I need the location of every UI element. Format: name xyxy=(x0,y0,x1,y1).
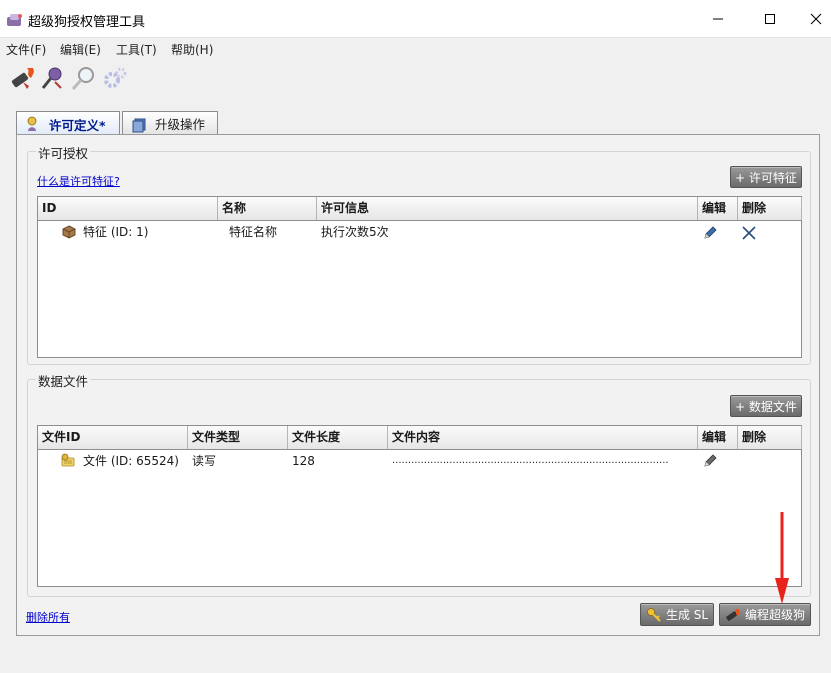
feature-table-header: ID 名称 许可信息 编辑 删除 xyxy=(38,197,802,221)
upgrade-tab-icon xyxy=(132,118,146,132)
feature-table: ID 名称 许可信息 编辑 删除 特征 (ID: 1) 特征名称 执行次数5次 xyxy=(37,196,802,358)
license-definition-panel: 许可授权 什么是许可特征? + 许可特征 ID 名称 许可信息 编辑 删除 特征… xyxy=(16,134,820,636)
delete-x-icon[interactable] xyxy=(741,225,757,241)
col-license-info[interactable]: 许可信息 xyxy=(317,197,698,220)
delete-all-link[interactable]: 删除所有 xyxy=(26,609,70,625)
gears-icon xyxy=(104,67,127,88)
menu-file[interactable]: 文件(F) xyxy=(6,41,46,58)
maximize-button[interactable] xyxy=(747,0,793,38)
burn-dog-tool[interactable] xyxy=(9,64,37,92)
generate-sl-button[interactable]: 生成 SL xyxy=(640,603,714,626)
title-bar: 超级狗授权管理工具 xyxy=(0,0,831,38)
data-file-icon xyxy=(61,453,75,467)
menu-edit[interactable]: 编辑(E) xyxy=(60,41,101,58)
license-group-title: 许可授权 xyxy=(36,143,91,162)
col-id[interactable]: ID xyxy=(38,197,218,220)
tab-upgrade[interactable]: 升级操作 xyxy=(122,111,218,135)
col-file-length[interactable]: 文件长度 xyxy=(288,426,388,449)
col-file-type[interactable]: 文件类型 xyxy=(188,426,288,449)
close-button[interactable] xyxy=(793,0,831,38)
menu-help[interactable]: 帮助(H) xyxy=(171,41,213,58)
what-is-feature-link[interactable]: 什么是许可特征? xyxy=(37,173,120,189)
menu-tools[interactable]: 工具(T) xyxy=(116,41,157,58)
program-dog-label: 编程超级狗 xyxy=(744,608,805,622)
data-file-table: 文件ID 文件类型 文件长度 文件内容 编辑 删除 文件 (ID: 65524)… xyxy=(37,425,802,587)
data-file-table-header: 文件ID 文件类型 文件长度 文件内容 编辑 删除 xyxy=(38,426,802,450)
magnifier-icon xyxy=(71,67,94,90)
col-edit[interactable]: 编辑 xyxy=(698,197,738,220)
window-title: 超级狗授权管理工具 xyxy=(28,15,146,30)
maximize-icon xyxy=(765,14,775,24)
key-search-tool[interactable] xyxy=(39,64,67,92)
col-file-id[interactable]: 文件ID xyxy=(38,426,188,449)
col-file-content[interactable]: 文件内容 xyxy=(388,426,698,449)
col-name[interactable]: 名称 xyxy=(218,197,317,220)
annotation-arrow xyxy=(775,512,789,604)
feature-name-cell: 特征名称 xyxy=(229,225,278,239)
close-icon xyxy=(810,13,822,25)
settings-tool[interactable] xyxy=(101,64,129,92)
generate-sl-label: 生成 SL xyxy=(665,608,709,622)
license-tab-icon xyxy=(27,116,37,131)
data-file-group-title: 数据文件 xyxy=(36,371,91,390)
feature-info-cell: 执行次数5次 xyxy=(321,225,389,239)
file-id-cell: 文件 (ID: 65524) xyxy=(83,454,179,468)
toolbar xyxy=(0,60,831,94)
file-type-cell: 读写 xyxy=(192,454,217,468)
app-dog-icon xyxy=(7,14,22,26)
dog-burn-icon xyxy=(726,608,740,621)
tab-license-definition[interactable]: 许可定义* xyxy=(16,111,120,136)
edit-pencil-icon[interactable] xyxy=(702,453,718,469)
minimize-button[interactable] xyxy=(695,0,741,38)
program-dog-button[interactable]: 编程超级狗 xyxy=(719,603,811,626)
col-file-delete[interactable]: 删除 xyxy=(738,426,802,449)
key-icon xyxy=(647,607,661,622)
menu-bar: 文件(F) 编辑(E) 工具(T) 帮助(H) xyxy=(0,38,831,58)
magnifier-tool[interactable] xyxy=(70,64,98,92)
dog-burn-icon xyxy=(11,68,34,89)
add-data-file-button[interactable]: + 数据文件 xyxy=(730,395,802,417)
key-search-icon xyxy=(41,67,62,89)
tab-upgrade-label: 升级操作 xyxy=(155,117,206,132)
minimize-icon xyxy=(713,18,723,20)
file-content-cell: ........................................… xyxy=(392,455,669,466)
col-file-edit[interactable]: 编辑 xyxy=(698,426,738,449)
tab-license-label: 许可定义* xyxy=(49,117,106,133)
col-delete[interactable]: 删除 xyxy=(738,197,802,220)
edit-pencil-icon[interactable] xyxy=(702,225,718,241)
feature-box-icon xyxy=(62,225,76,239)
feature-id-cell: 特征 (ID: 1) xyxy=(83,225,149,239)
file-length-cell: 128 xyxy=(292,454,315,468)
add-feature-button[interactable]: + 许可特征 xyxy=(730,166,802,188)
